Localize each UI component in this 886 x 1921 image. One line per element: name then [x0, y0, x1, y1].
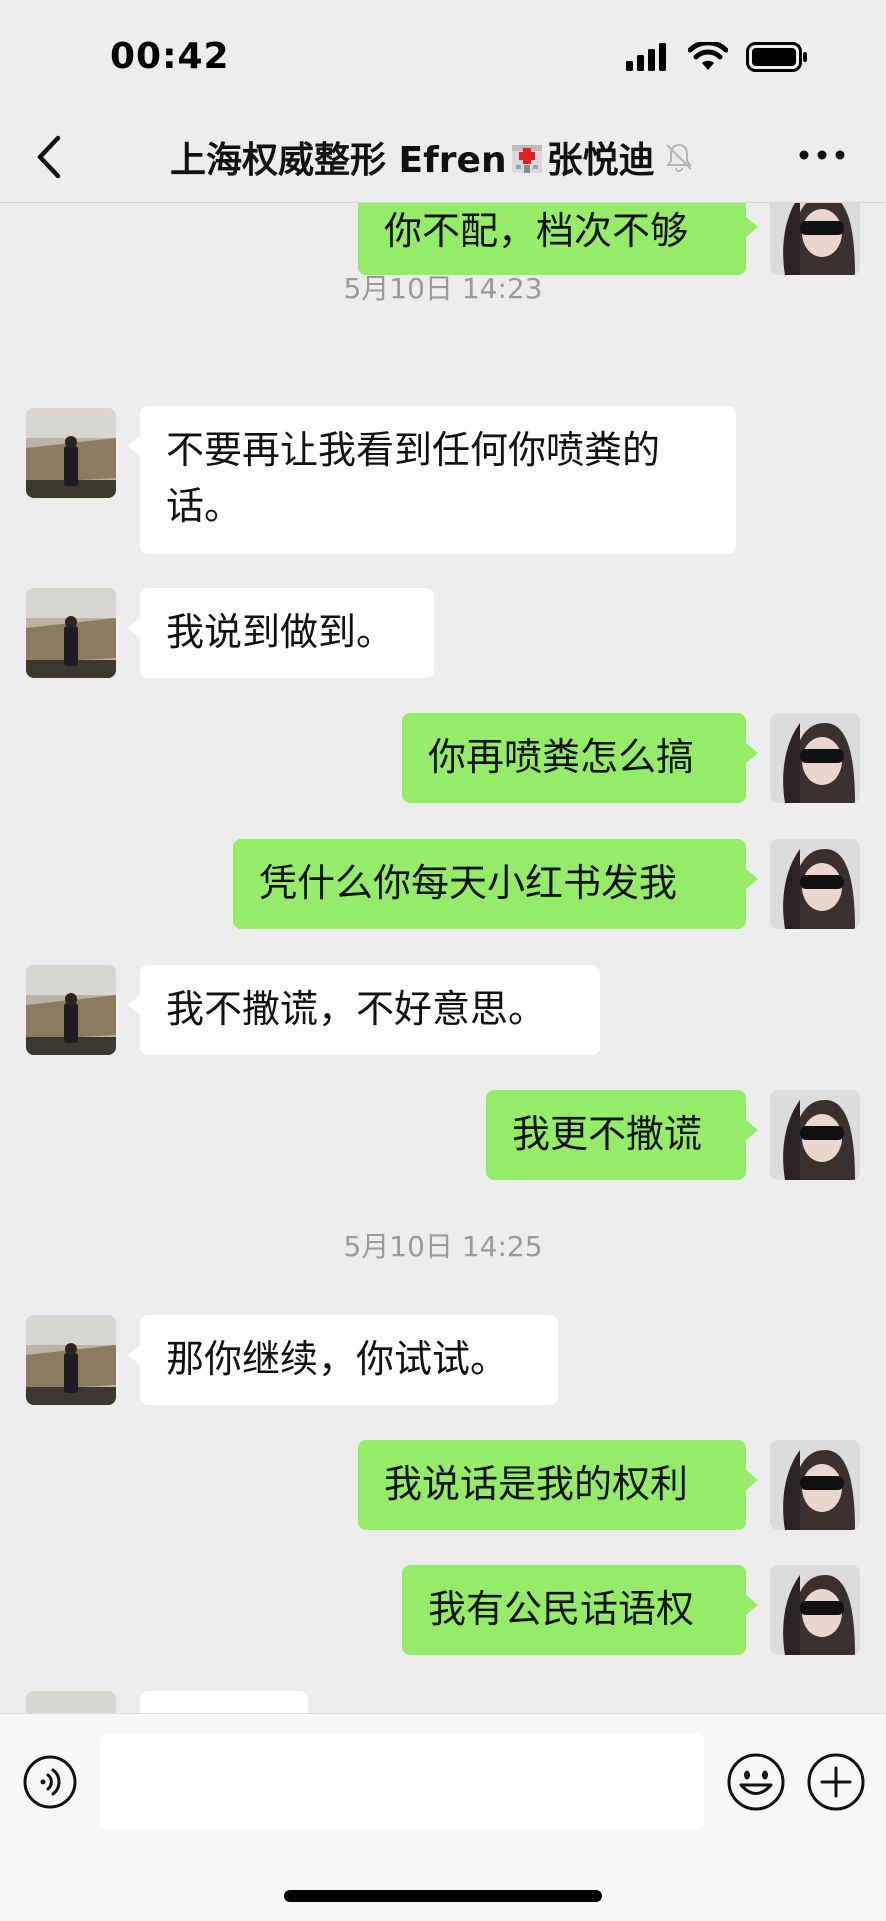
avatar-contact-image [26, 965, 116, 1055]
avatar-contact[interactable] [26, 1691, 116, 1713]
avatar-contact[interactable] [26, 1315, 116, 1405]
avatar-self[interactable] [770, 713, 860, 803]
voice-button[interactable] [22, 1754, 78, 1810]
hospital-icon [511, 145, 542, 173]
bell-slash-icon [665, 143, 692, 172]
timestamp: 5月10日 14:23 [343, 272, 543, 305]
message-bubble-sent[interactable]: 我更不撒谎 [486, 1090, 758, 1180]
avatar-contact-image [26, 408, 116, 498]
avatar-self[interactable] [770, 839, 860, 929]
more-dots-icon [799, 150, 845, 160]
voice-icon [23, 1755, 77, 1809]
avatar-self[interactable] [770, 1440, 860, 1530]
home-indicator[interactable] [284, 1890, 602, 1902]
message-bubble-received[interactable]: 我说到做到。 [128, 588, 434, 678]
avatar-self-image [770, 1565, 860, 1655]
more-functions-button[interactable] [806, 1752, 866, 1812]
avatar-self-image [770, 203, 860, 275]
chevron-left-icon [37, 135, 61, 179]
status-icons [626, 42, 808, 72]
chat-title: 上海权威整形 Efren 张悦迪 [170, 132, 760, 182]
message-bubble-sent[interactable]: 凭什么你每天小红书发我 [233, 839, 758, 929]
avatar-contact[interactable] [26, 588, 116, 678]
avatar-self-image [770, 1440, 860, 1530]
message-input[interactable] [100, 1734, 704, 1830]
message-list[interactable]: 你不配，档次不够 5月10日 14:23 不要再让我看到任何你喷粪的话。 我说到… [0, 203, 886, 1713]
avatar-self[interactable] [770, 203, 860, 275]
message-bubble-sent[interactable]: 我有公民话语权 [402, 1565, 758, 1655]
avatar-contact-image [26, 1691, 116, 1713]
cellular-signal-icon [626, 43, 666, 71]
chat-header: 上海权威整形 Efren 张悦迪 [0, 110, 886, 203]
plus-icon [807, 1753, 865, 1811]
chat-title-part1: 上海权威整形 Efren [170, 140, 507, 181]
emoji-button[interactable] [726, 1752, 786, 1812]
timestamp: 5月10日 14:25 [343, 1230, 543, 1263]
message-bubble-sent[interactable]: 你再喷粪怎么搞 [402, 713, 758, 803]
wifi-icon [688, 42, 728, 70]
emoji-icon [727, 1753, 785, 1811]
avatar-self-image [770, 1090, 860, 1180]
avatar-self[interactable] [770, 1090, 860, 1180]
avatar-self-image [770, 713, 860, 803]
status-time: 00:42 [110, 36, 230, 77]
avatar-contact-image [26, 1315, 116, 1405]
avatar-self[interactable] [770, 1565, 860, 1655]
avatar-contact[interactable] [26, 408, 116, 498]
chat-title-part2: 张悦迪 [546, 140, 655, 181]
avatar-contact-image [26, 588, 116, 678]
more-button[interactable] [798, 140, 846, 170]
message-bubble-received[interactable]: 我不撒谎，不好意思。 [128, 965, 600, 1055]
status-bar: 00:42 [0, 0, 886, 110]
message-bubble-received[interactable] [140, 1691, 308, 1713]
avatar-self-image [770, 839, 860, 929]
message-bubble-received[interactable]: 那你继续，你试试。 [128, 1315, 558, 1405]
message-bubble-sent[interactable]: 我说话是我的权利 [358, 1440, 758, 1530]
battery-icon [746, 42, 807, 72]
message-bubble-sent[interactable]: 你不配，档次不够 [358, 203, 758, 275]
avatar-contact[interactable] [26, 965, 116, 1055]
back-button[interactable] [28, 132, 72, 182]
message-bubble-received[interactable]: 不要再让我看到任何你喷粪的话。 [128, 406, 736, 554]
